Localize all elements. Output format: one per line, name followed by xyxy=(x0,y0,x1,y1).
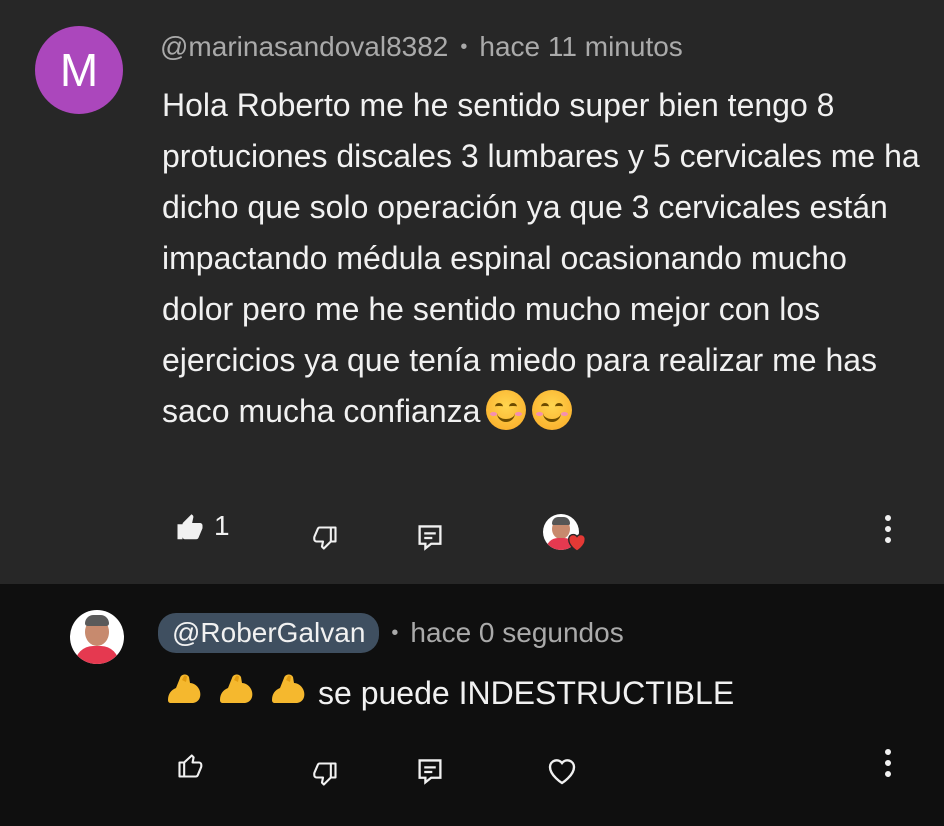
comment-time: hace 11 minutos xyxy=(479,31,683,62)
like-count: 1 xyxy=(214,510,230,541)
author-name[interactable]: @marinasandoval8382 xyxy=(160,31,448,63)
more-vert-icon[interactable] xyxy=(878,746,898,780)
flexed-biceps-emoji xyxy=(266,670,308,725)
separator-dot: • xyxy=(460,35,468,58)
comment-text: se puede INDESTRUCTIBLE xyxy=(162,668,922,725)
avatar[interactable] xyxy=(70,610,124,664)
thumbs-up-outline-icon[interactable] xyxy=(174,750,206,782)
avatar-letter: M xyxy=(59,44,99,96)
comment-meta: @RoberGalvan • hace 0 segundos xyxy=(158,612,624,654)
comment-meta: @marinasandoval8382 • hace 11 minutos xyxy=(160,28,683,66)
author-name[interactable]: @RoberGalvan xyxy=(158,613,380,653)
comment-body: Hola Roberto me he sentido super bien te… xyxy=(162,87,920,429)
smiling-face-emoji xyxy=(486,390,527,430)
more-vert-icon[interactable] xyxy=(878,512,898,546)
thumbs-up-filled-icon[interactable] xyxy=(174,512,206,544)
flexed-biceps-emoji xyxy=(214,670,256,725)
thumbs-down-icon[interactable] xyxy=(309,522,341,554)
flexed-biceps-emoji xyxy=(162,670,204,725)
comment-text: Hola Roberto me he sentido super bien te… xyxy=(162,80,922,437)
comment-marina: M @marinasandoval8382 • hace 11 minutos … xyxy=(0,0,944,584)
thumbs-down-icon[interactable] xyxy=(309,758,341,790)
avatar[interactable]: M xyxy=(35,26,123,114)
comment-time: hace 0 segundos xyxy=(410,617,624,648)
reply-icon[interactable] xyxy=(414,756,446,788)
creator-heart-icon[interactable] xyxy=(543,514,589,556)
heart-outline-icon[interactable] xyxy=(545,754,579,788)
reply-icon[interactable] xyxy=(414,522,446,554)
separator-dot: • xyxy=(391,621,399,644)
smiling-face-emoji xyxy=(532,390,573,430)
comment-body: se puede INDESTRUCTIBLE xyxy=(318,675,735,711)
